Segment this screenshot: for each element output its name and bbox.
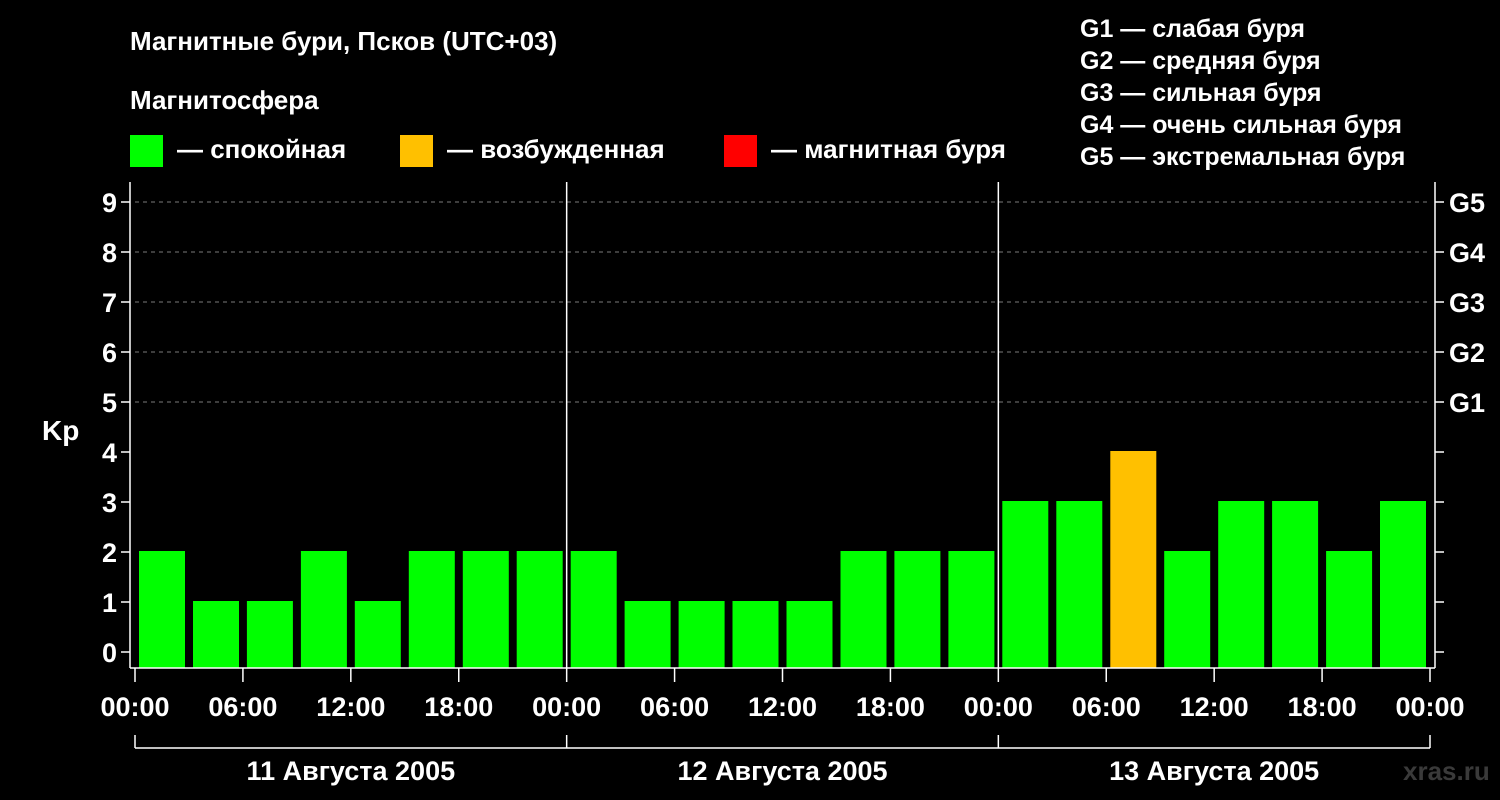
grid-layer (135, 201, 1430, 403)
bar-6 (462, 551, 509, 668)
y-tick-label-0: 0 (102, 638, 117, 668)
bar-9 (624, 601, 671, 668)
bar-11 (732, 601, 779, 668)
y-tick-label-5: 5 (102, 388, 117, 418)
legend-heading: Магнитосфера (130, 85, 319, 115)
x-tick-label-6: 12:00 (748, 692, 817, 722)
x-tick-label-3: 18:00 (424, 692, 493, 722)
bar-12 (786, 601, 833, 668)
x-tick-label-7: 18:00 (856, 692, 925, 722)
storm-legend-g4: G4 — очень сильная буря (1080, 111, 1402, 139)
bar-14 (894, 551, 941, 668)
y-tick-label-4: 4 (102, 438, 117, 468)
x-tick-label-2: 12:00 (316, 692, 385, 722)
storm-level-label-G5: G5 (1449, 188, 1485, 218)
y-tick-label-2: 2 (102, 538, 117, 568)
y-tick-label-7: 7 (102, 288, 117, 318)
storm-level-label-G4: G4 (1449, 238, 1485, 268)
y-tick-label-8: 8 (102, 238, 117, 268)
bar-0 (139, 551, 185, 668)
y-tick-label-6: 6 (102, 338, 117, 368)
bar-21 (1272, 501, 1319, 668)
bar-10 (678, 601, 725, 668)
bar-17 (1056, 501, 1103, 668)
storm-legend-g1: G1 — слабая буря (1080, 15, 1305, 43)
y-tick-label-9: 9 (102, 188, 117, 218)
y-tick-label-3: 3 (102, 488, 117, 518)
x-tick-label-4: 00:00 (532, 692, 601, 722)
x-tick-label-0: 00:00 (100, 692, 169, 722)
storm-legend-g3: G3 — сильная буря (1080, 79, 1322, 107)
x-tick-label-1: 06:00 (208, 692, 277, 722)
bar-1 (193, 601, 239, 668)
kp-chart: Магнитные бури, Псков (UTC+03) Магнитосф… (42, 15, 1490, 786)
x-tick-label-8: 00:00 (964, 692, 1033, 722)
storm-level-label-G3: G3 (1449, 288, 1485, 318)
bar-13 (840, 551, 887, 668)
x-tick-label-12: 00:00 (1395, 692, 1464, 722)
watermark: xras.ru (1403, 756, 1490, 786)
bar-4 (354, 601, 401, 668)
x-tick-label-5: 06:00 (640, 692, 709, 722)
storm-level-label-G1: G1 (1449, 388, 1485, 418)
y-axis-label: Kp (42, 415, 79, 446)
x-tick-label-9: 06:00 (1072, 692, 1141, 722)
bar-18 (1110, 451, 1157, 668)
legend-swatch-active (400, 135, 433, 167)
bars-layer (139, 451, 1426, 668)
bar-16 (1002, 501, 1049, 668)
bar-15 (948, 551, 995, 668)
legend-label-active: — возбужденная (447, 134, 665, 164)
x-tick-label-10: 12:00 (1180, 692, 1249, 722)
legend-label-quiet: — спокойная (177, 134, 346, 164)
day-label-2: 13 Августа 2005 (1109, 756, 1319, 786)
storm-level-label-G2: G2 (1449, 338, 1485, 368)
day-label-1: 12 Августа 2005 (677, 756, 887, 786)
bar-23 (1380, 501, 1426, 668)
legend-swatch-quiet (130, 135, 163, 167)
storm-legend-g5: G5 — экстремальная буря (1080, 143, 1405, 171)
bar-20 (1218, 501, 1265, 668)
legend-swatch-storm (724, 135, 757, 167)
bar-5 (408, 551, 455, 668)
bar-7 (516, 551, 563, 668)
storm-legend-g2: G2 — средняя буря (1080, 47, 1321, 75)
bar-22 (1326, 551, 1373, 668)
bar-2 (246, 601, 293, 668)
labels-layer: 0 1 2 3 4 5 6 7 8 9 G1 G2 G3 G4 G5 00:00 06:00 12:00 18:00… (100, 188, 1485, 786)
x-tick-label-11: 18:00 (1288, 692, 1357, 722)
y-tick-label-1: 1 (102, 588, 117, 618)
bar-3 (300, 551, 347, 668)
day-label-0: 11 Августа 2005 (247, 756, 456, 786)
legend-label-storm: — магнитная буря (771, 134, 1006, 164)
bar-8 (570, 551, 617, 668)
chart-title: Магнитные бури, Псков (UTC+03) (130, 26, 557, 56)
bar-19 (1164, 551, 1211, 668)
